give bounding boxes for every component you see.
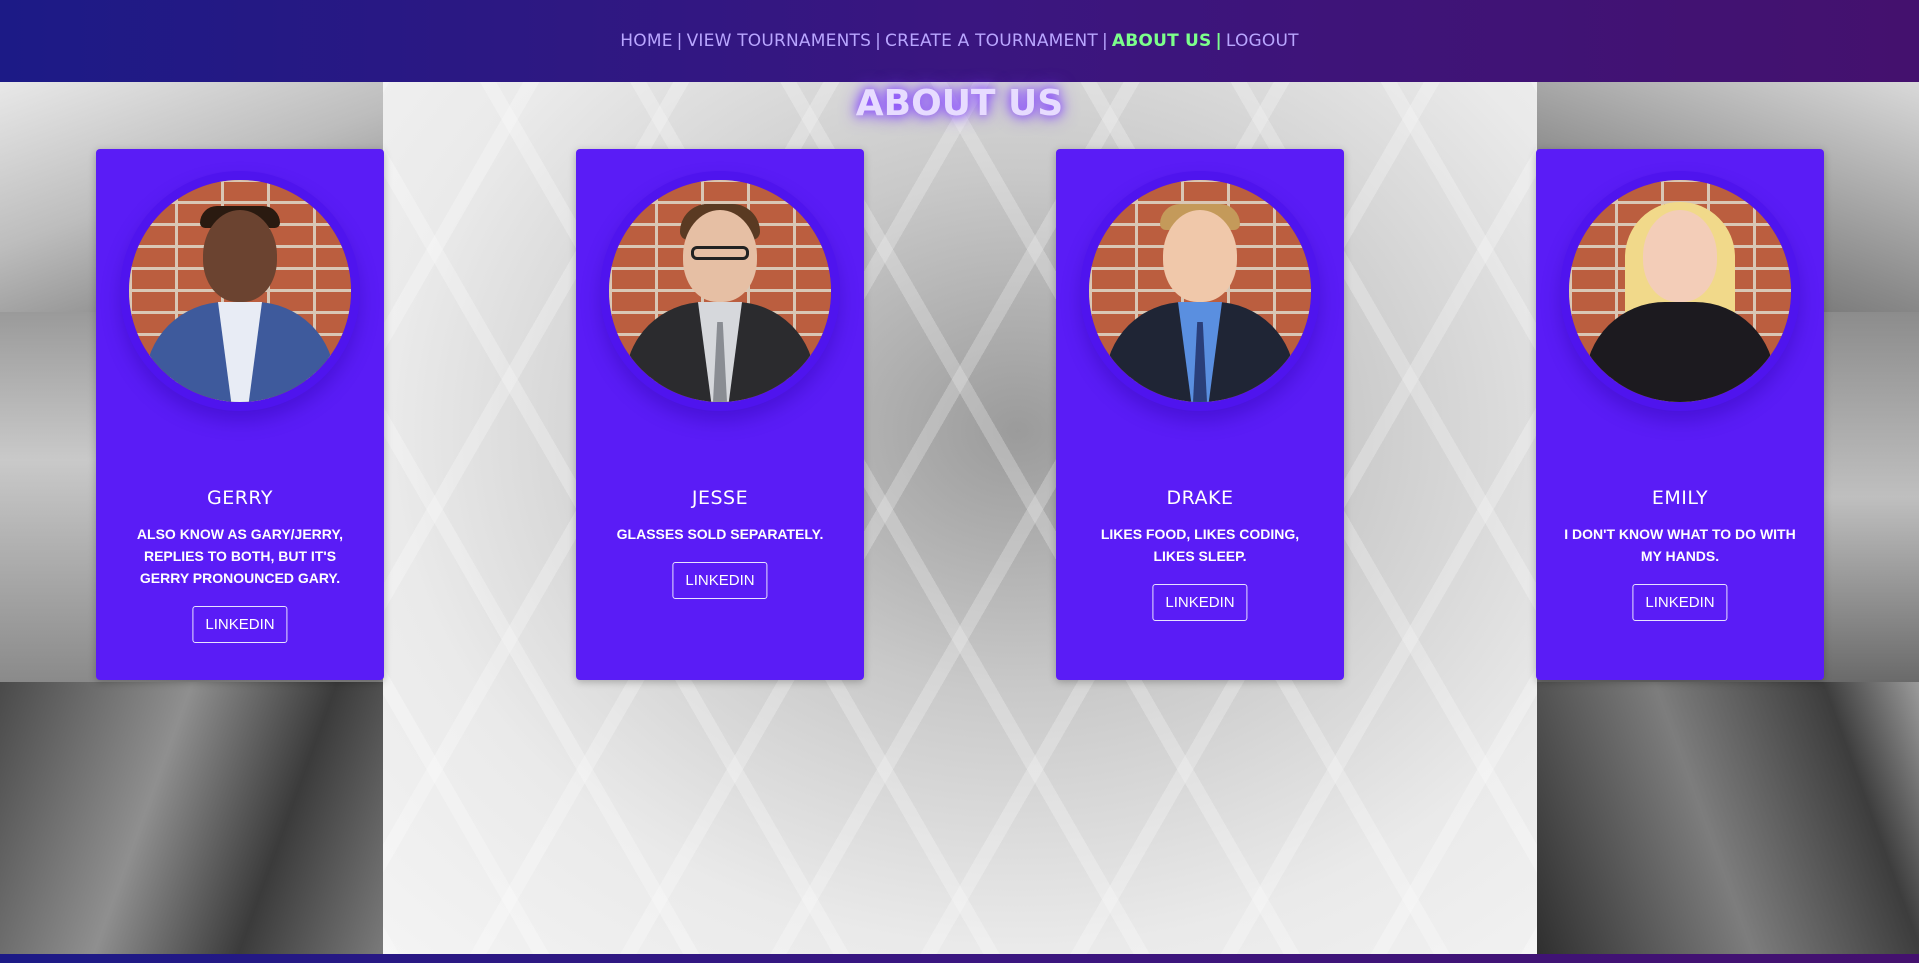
nav-separator: | xyxy=(1101,31,1108,51)
avatar-emily xyxy=(1569,180,1791,402)
glasses-icon xyxy=(691,246,749,260)
linkedin-button[interactable]: LINKEDIN xyxy=(672,562,768,599)
member-description: GLASSES SOLD SEPARATELY. xyxy=(616,526,824,542)
nav-separator: | xyxy=(676,31,683,51)
team-card-emily: EMILY I DON'T KNOW WHAT TO DO WITH MY HA… xyxy=(1536,149,1824,680)
avatar-ring xyxy=(600,171,840,411)
member-name: JESSE xyxy=(691,487,749,509)
member-name: DRAKE xyxy=(1166,487,1234,509)
member-description: ALSO KNOW AS GARY/JERRY, REPLIES TO BOTH… xyxy=(136,526,344,586)
page-title: ABOUT US xyxy=(855,83,1064,124)
member-name: GERRY xyxy=(206,487,274,509)
team-card-jesse: JESSE GLASSES SOLD SEPARATELY. LINKEDIN xyxy=(576,149,864,680)
background-net-overlay xyxy=(383,82,1537,954)
nav-create-tournament-link[interactable]: CREATE A TOURNAMENT xyxy=(885,31,1098,51)
avatar-drake xyxy=(1089,180,1311,402)
avatar-ring xyxy=(1080,171,1320,411)
nav-view-tournaments-link[interactable]: VIEW TOURNAMENTS xyxy=(687,31,871,51)
team-card-drake: DRAKE LIKES FOOD, LIKES CODING, LIKES SL… xyxy=(1056,149,1344,680)
avatar-jesse xyxy=(609,180,831,402)
top-nav-bar: HOME | VIEW TOURNAMENTS | CREATE A TOURN… xyxy=(0,0,1919,82)
member-name: EMILY xyxy=(1651,487,1709,509)
member-description: I DON'T KNOW WHAT TO DO WITH MY HANDS. xyxy=(1564,526,1796,564)
avatar-ring xyxy=(1560,171,1800,411)
nav-home-link[interactable]: HOME xyxy=(620,31,672,51)
main-nav: HOME | VIEW TOURNAMENTS | CREATE A TOURN… xyxy=(620,31,1298,51)
background-photo-runners xyxy=(0,682,383,954)
avatar-gerry xyxy=(129,180,351,402)
avatar-ring xyxy=(120,171,360,411)
nav-separator: | xyxy=(875,31,881,51)
nav-logout-link[interactable]: LOGOUT xyxy=(1226,31,1299,51)
background-photo-fans xyxy=(1537,682,1919,954)
linkedin-button[interactable]: LINKEDIN xyxy=(1632,584,1728,621)
footer-bar xyxy=(0,954,1919,963)
linkedin-button[interactable]: LINKEDIN xyxy=(192,606,288,643)
member-description: LIKES FOOD, LIKES CODING, LIKES SLEEP. xyxy=(1100,526,1300,564)
linkedin-button[interactable]: LINKEDIN xyxy=(1152,584,1248,621)
team-card-gerry: GERRY ALSO KNOW AS GARY/JERRY, REPLIES T… xyxy=(96,149,384,680)
nav-separator: | xyxy=(1215,31,1222,51)
nav-about-us-link[interactable]: ABOUT US xyxy=(1112,31,1212,51)
